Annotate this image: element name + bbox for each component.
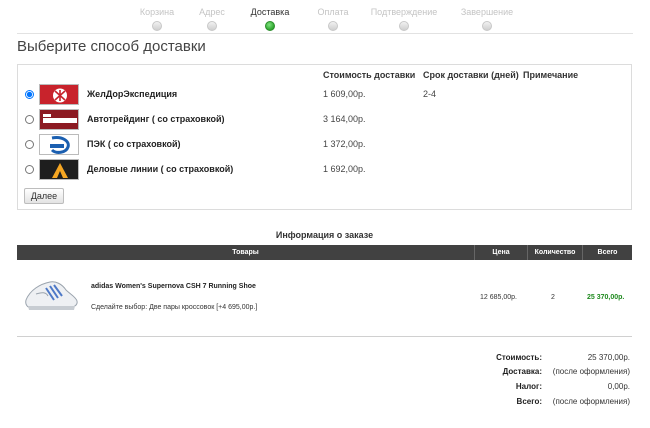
total-label: Налог:: [515, 382, 542, 391]
shipping-cost: 3 164,00р.: [323, 114, 366, 124]
total-label: Стоимость:: [496, 353, 542, 362]
checkout-progress: Корзина Адрес Доставка Оплата Подтвержде…: [0, 0, 650, 34]
step-dot-icon: [328, 21, 338, 31]
product-option: Сделайте выбор: Две пары кроссовок [+4 6…: [91, 304, 258, 311]
shipping-radio[interactable]: [25, 165, 34, 174]
product-price: 12 685,00р.: [480, 294, 517, 301]
total-label: Всего:: [516, 397, 542, 406]
step-dot-icon: [207, 21, 217, 31]
divider: [17, 336, 632, 337]
header-note: Примечание: [523, 70, 579, 80]
shipping-name: Автотрейдинг ( со страховкой): [87, 114, 225, 124]
shipping-cost: 1 372,00р.: [323, 139, 366, 149]
order-info-title: Информация о заказе: [275, 230, 374, 240]
step-confirm: Подтверждение: [359, 6, 449, 31]
shipping-cost: 1 609,00р.: [323, 89, 366, 99]
col-header-qty: Количество: [527, 245, 582, 260]
shipping-option-avtotreiding[interactable]: Автотрейдинг ( со страховкой) 3 164,00р.: [18, 109, 631, 131]
next-button[interactable]: Далее: [24, 188, 64, 204]
header-shipping-term: Срок доставки (дней): [423, 70, 519, 80]
product-name[interactable]: adidas Women's Supernova CSH 7 Running S…: [91, 283, 256, 290]
shipping-cost: 1 692,00р.: [323, 164, 366, 174]
product-quantity: 2: [551, 294, 555, 301]
total-grand: Всего: (после оформления): [420, 397, 630, 410]
page-title: Выберите способ доставки: [17, 38, 206, 55]
total-tax: Налог: 0,00р.: [420, 382, 630, 395]
divider: [17, 33, 633, 34]
step-dot-icon: [399, 21, 409, 31]
shipping-option-pek[interactable]: ПЭК ( со страховкой) 1 372,00р.: [18, 134, 631, 156]
shipping-option-zheldor[interactable]: ЖелДорЭкспедиция 1 609,00р. 2-4: [18, 84, 631, 106]
shipping-options-panel: Стоимость доставки Срок доставки (дней) …: [17, 64, 632, 210]
total-value: (после оформления): [552, 397, 630, 406]
shipping-option-dellin[interactable]: Деловые линии ( со страховкой) 1 692,00р…: [18, 159, 631, 181]
col-header-price: Цена: [474, 245, 527, 260]
step-complete: Завершение: [442, 6, 532, 31]
order-table-header: Товары Цена Количество Всего: [17, 245, 632, 260]
shipping-radio[interactable]: [25, 140, 34, 149]
col-header-items: Товары: [232, 249, 259, 256]
step-dot-icon: [482, 21, 492, 31]
total-subtotal: Стоимость: 25 370,00р.: [420, 353, 630, 366]
total-value: (после оформления): [552, 367, 630, 376]
shipping-radio[interactable]: [25, 115, 34, 124]
shipping-name: ЖелДорЭкспедиция: [87, 89, 178, 99]
product-total: 25 370,00р.: [587, 294, 625, 301]
header-shipping-cost: Стоимость доставки: [323, 70, 416, 80]
pek-logo-icon: [39, 134, 79, 155]
dellin-logo-icon: [39, 159, 79, 180]
shipping-term: 2-4: [423, 89, 437, 99]
total-label: Доставка:: [502, 367, 542, 376]
zheldor-logo-icon: [39, 84, 79, 105]
shipping-name: ПЭК ( со страховкой): [87, 139, 181, 149]
step-active-dot-icon: [265, 21, 275, 31]
shipping-radio[interactable]: [25, 90, 34, 99]
step-label: Подтверждение: [370, 7, 438, 17]
total-value: 25 370,00р.: [587, 353, 630, 362]
col-header-total: Всего: [582, 245, 632, 260]
avtotreiding-logo-icon: [39, 109, 79, 130]
product-image[interactable]: [20, 270, 80, 318]
total-shipping: Доставка: (после оформления): [420, 367, 630, 380]
total-value: 0,00р.: [607, 382, 630, 391]
step-label: Завершение: [460, 7, 514, 17]
shipping-name: Деловые линии ( со страховкой): [87, 164, 234, 174]
step-dot-icon: [152, 21, 162, 31]
